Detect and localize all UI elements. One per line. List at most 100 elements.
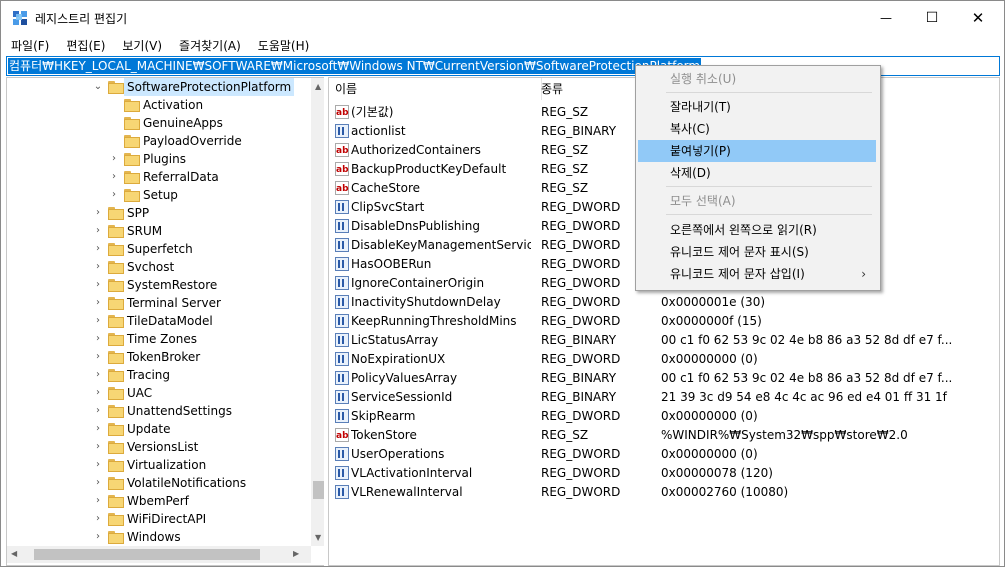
menu-help[interactable]: 도움말(H) [248, 35, 317, 55]
tree-item-sibling[interactable]: › UAC [7, 384, 307, 402]
menu-edit[interactable]: 편집(E) [56, 35, 112, 55]
tree-item-sibling[interactable]: › SPP [7, 204, 307, 222]
chevron-right-icon[interactable]: › [93, 478, 103, 488]
tree-item-child[interactable]: PayloadOverride [7, 132, 307, 150]
tree-item-label[interactable]: SystemRestore [127, 276, 217, 294]
menu-favorites[interactable]: 즐겨찾기(A) [169, 35, 248, 55]
value-row[interactable]: KeepRunningThresholdMins REG_DWORD 0x00000… [329, 312, 999, 331]
context-menu-item[interactable]: 유니코드 제어 문자 표시(S) [638, 241, 876, 263]
chevron-right-icon[interactable]: › [93, 532, 103, 542]
value-row[interactable]: NoExpirationUX REG_DWORD 0x00000000 (0) [329, 350, 999, 369]
tree-item-label[interactable]: Setup [143, 186, 178, 204]
value-row[interactable]: PolicyValuesArray REG_BINARY 00 c1 f0 62 5… [329, 369, 999, 388]
tree-item-label[interactable]: SRUM [127, 222, 162, 240]
tree-item-sibling[interactable]: › Svchost [7, 258, 307, 276]
tree-item-sibling[interactable]: › UnattendSettings [7, 402, 307, 420]
chevron-right-icon[interactable]: › [93, 514, 103, 524]
tree-item-label[interactable]: GenuineApps [143, 114, 223, 132]
tree-item-sibling[interactable]: › Windows [7, 528, 307, 546]
column-header-name[interactable]: 이름 [329, 78, 542, 100]
value-row[interactable]: LicStatusArray REG_BINARY 00 c1 f0 62 53 9… [329, 331, 999, 350]
tree-item-child[interactable]: › ReferralData [7, 168, 307, 186]
chevron-right-icon[interactable]: › [93, 244, 103, 254]
tree-item-sibling[interactable]: › VersionsList [7, 438, 307, 456]
value-row[interactable]: VLActivationInterval REG_DWORD 0x00000078 … [329, 464, 999, 483]
tree-item-child[interactable]: › Setup [7, 186, 307, 204]
tree-item-sibling[interactable]: › VolatileNotifications [7, 474, 307, 492]
tree-item-label[interactable]: WiFiDirectAPI [127, 510, 206, 528]
tree-item-label[interactable]: UAC [127, 384, 152, 402]
value-row[interactable]: InactivityShutdownDelay REG_DWORD 0x000000… [329, 293, 999, 312]
context-menu-item[interactable]: 복사(C) [638, 118, 876, 140]
chevron-right-icon[interactable]: › [93, 370, 103, 380]
tree-item-sibling[interactable]: › Update [7, 420, 307, 438]
tree-item-label[interactable]: TileDataModel [127, 312, 213, 330]
tree-item-label[interactable]: SoftwareProtectionPlatform [124, 78, 295, 96]
tree-item-label[interactable]: Superfetch [127, 240, 193, 258]
tree-item-label[interactable]: VersionsList [127, 438, 198, 456]
chevron-right-icon[interactable]: › [93, 424, 103, 434]
chevron-right-icon[interactable]: › [109, 154, 119, 164]
scroll-up-icon[interactable]: ▲ [315, 82, 321, 91]
address-text-selected[interactable]: 컴퓨터₩HKEY_LOCAL_MACHINE₩SOFTWARE₩Microsof… [8, 58, 702, 74]
tree-item-label[interactable]: PayloadOverride [143, 132, 242, 150]
tree-item-label[interactable]: TokenBroker [127, 348, 200, 366]
tree-item-sibling[interactable]: › TileDataModel [7, 312, 307, 330]
tree-item-label[interactable]: Windows [127, 528, 181, 546]
key-tree-pane[interactable]: ▲ ▼ ◀ ▶ ⌄ SoftwareProtectionPlatform Activ… [6, 77, 324, 566]
context-menu-item[interactable]: 삭제(D) [638, 162, 876, 184]
chevron-right-icon[interactable]: › [93, 208, 103, 218]
tree-item-label[interactable]: Plugins [143, 150, 186, 168]
tree-horizontal-scrollbar[interactable]: ◀ ▶ [7, 546, 311, 563]
chevron-down-icon[interactable]: ⌄ [93, 82, 103, 92]
tree-scroll-thumb[interactable] [313, 481, 324, 499]
tree-item-child[interactable]: › Plugins [7, 150, 307, 168]
tree-item-sibling[interactable]: › TokenBroker [7, 348, 307, 366]
chevron-right-icon[interactable]: › [93, 226, 103, 236]
tree-item-label[interactable]: ReferralData [143, 168, 219, 186]
tree-item-child[interactable]: GenuineApps [7, 114, 307, 132]
tree-item-sibling[interactable]: › Tracing [7, 366, 307, 384]
chevron-right-icon[interactable]: › [93, 298, 103, 308]
tree-item-label[interactable]: VolatileNotifications [127, 474, 246, 492]
close-button[interactable]: ✕ [955, 1, 1001, 35]
tree-item-label[interactable]: Time Zones [127, 330, 197, 348]
chevron-right-icon[interactable]: › [109, 172, 119, 182]
chevron-right-icon[interactable]: › [93, 460, 103, 470]
chevron-right-icon[interactable]: › [93, 334, 103, 344]
chevron-right-icon[interactable]: › [109, 190, 119, 200]
tree-item-label[interactable]: Virtualization [127, 456, 206, 474]
tree-item-sibling[interactable]: › SystemRestore [7, 276, 307, 294]
chevron-right-icon[interactable]: › [93, 262, 103, 272]
maximize-button[interactable]: ☐ [909, 1, 955, 35]
tree-item-label[interactable]: Update [127, 420, 170, 438]
context-menu-item[interactable]: 잘라내기(T) [638, 96, 876, 118]
chevron-right-icon[interactable]: › [93, 388, 103, 398]
tree-item-child[interactable]: Activation [7, 96, 307, 114]
value-row[interactable]: VLRenewalInterval REG_DWORD 0x00002760 (10… [329, 483, 999, 502]
tree-item-label[interactable]: Tracing [127, 366, 170, 384]
chevron-right-icon[interactable]: › [93, 352, 103, 362]
tree-hscroll-thumb[interactable] [34, 549, 260, 560]
chevron-right-icon[interactable]: › [93, 442, 103, 452]
tree-item-label[interactable]: SPP [127, 204, 149, 222]
tree-item-sibling[interactable]: › Superfetch [7, 240, 307, 258]
scroll-left-icon[interactable]: ◀ [11, 549, 17, 558]
tree-item-sibling[interactable]: › Time Zones [7, 330, 307, 348]
tree-item-label[interactable]: WbemPerf [127, 492, 189, 510]
chevron-right-icon[interactable]: › [93, 316, 103, 326]
scroll-right-icon[interactable]: ▶ [293, 549, 299, 558]
context-menu-item[interactable]: 오른쪽에서 왼쪽으로 읽기(R) [638, 219, 876, 241]
value-row[interactable]: UserOperations REG_DWORD 0x00000000 (0) [329, 445, 999, 464]
tree-item-sibling[interactable]: › WbemPerf [7, 492, 307, 510]
chevron-right-icon[interactable]: › [93, 406, 103, 416]
tree-item-sibling[interactable]: › SRUM [7, 222, 307, 240]
menu-view[interactable]: 보기(V) [112, 35, 169, 55]
tree-item-label[interactable]: UnattendSettings [127, 402, 232, 420]
value-row[interactable]: SkipRearm REG_DWORD 0x00000000 (0) [329, 407, 999, 426]
tree-vertical-scrollbar[interactable]: ▲ ▼ [311, 78, 324, 546]
tree-item-label[interactable]: Terminal Server [127, 294, 221, 312]
tree-item-sibling[interactable]: › Terminal Server [7, 294, 307, 312]
menu-file[interactable]: 파일(F) [1, 35, 56, 55]
tree-item-sibling[interactable]: › WiFiDirectAPI [7, 510, 307, 528]
